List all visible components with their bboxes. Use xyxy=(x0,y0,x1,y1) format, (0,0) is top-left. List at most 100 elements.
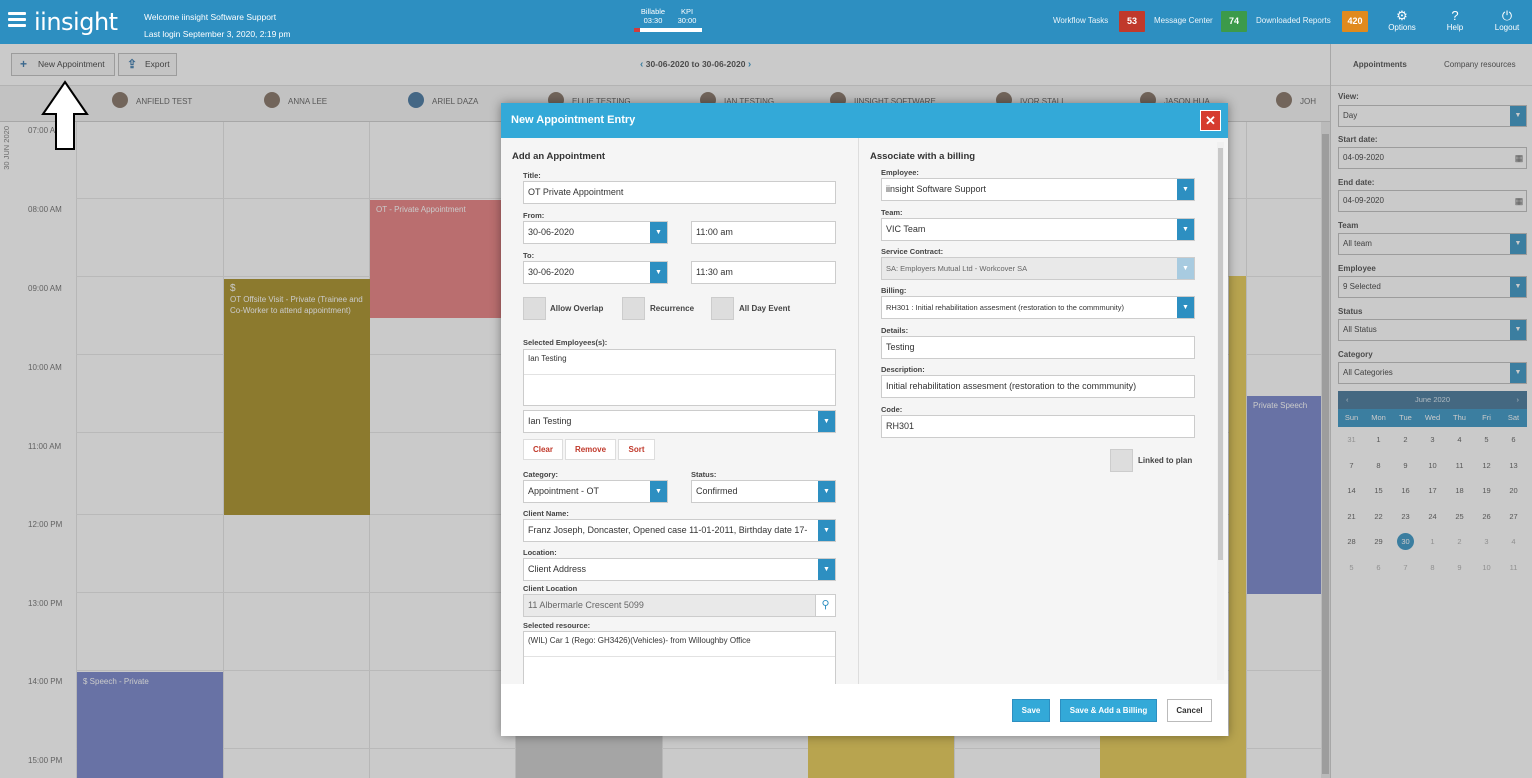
chevron-down-icon[interactable]: ▼ xyxy=(818,411,835,432)
selected-employees-label: Selected Employees(s): xyxy=(523,338,608,347)
selected-resource-label: Selected resource: xyxy=(523,621,591,630)
workflow-tasks-badge[interactable]: 53 xyxy=(1119,11,1145,32)
up-arrow-icon xyxy=(41,80,89,150)
service-contract-label: Service Contract: xyxy=(881,247,944,256)
linked-to-plan-checkbox[interactable] xyxy=(1110,449,1133,472)
kpi-value: 30:00 xyxy=(677,16,697,25)
help-icon: ? xyxy=(1451,8,1459,23)
message-center-label[interactable]: Message Center xyxy=(1154,16,1213,25)
associate-billing-heading: Associate with a billing xyxy=(870,151,976,162)
downloaded-reports-label[interactable]: Downloaded Reports xyxy=(1256,16,1331,25)
sort-button[interactable]: Sort xyxy=(618,439,655,460)
service-contract-select: SA: Employers Mutual Ltd - Workcover SA ▼ xyxy=(881,257,1195,280)
recurrence-checkbox[interactable] xyxy=(622,297,645,320)
chevron-down-icon[interactable]: ▼ xyxy=(650,222,667,243)
save-button[interactable]: Save xyxy=(1012,699,1050,722)
to-time-input[interactable]: 11:30 am xyxy=(691,261,836,284)
help-label: Help xyxy=(1446,23,1464,32)
list-item[interactable]: (WIL) Car 1 (Rego: GH3426)(Vehicles)- fr… xyxy=(528,636,751,645)
client-location-input: 11 Albermarle Crescent 5099 ⚲ xyxy=(523,594,836,617)
billing-label: Billing: xyxy=(881,286,907,295)
dialog-body: Add an Appointment Title: OT Private App… xyxy=(501,138,1228,684)
gear-icon: ⚙ xyxy=(1396,8,1408,23)
chevron-down-icon[interactable]: ▼ xyxy=(818,559,835,580)
options-label: Options xyxy=(1388,23,1416,32)
description-label: Description: xyxy=(881,365,925,374)
logout-button[interactable]: ⏻ Logout xyxy=(1488,8,1526,32)
chevron-down-icon: ▼ xyxy=(1177,258,1194,279)
category-label: Category: xyxy=(523,470,559,479)
billable-progress-fill xyxy=(634,28,641,32)
description-input[interactable]: Initial rehabilitation assesment (restor… xyxy=(881,375,1195,398)
chevron-down-icon[interactable]: ▼ xyxy=(650,262,667,283)
new-appointment-dialog: New Appointment Entry ✕ Add an Appointme… xyxy=(501,103,1228,736)
allow-overlap-checkbox[interactable] xyxy=(523,297,546,320)
allow-overlap-label: Allow Overlap xyxy=(550,304,604,313)
client-name-select[interactable]: Franz Joseph, Doncaster, Opened case 11-… xyxy=(523,519,836,542)
to-label: To: xyxy=(523,251,535,260)
billable-progress-bar xyxy=(634,28,702,32)
title-label: Title: xyxy=(523,171,541,180)
chevron-down-icon[interactable]: ▼ xyxy=(650,481,667,502)
status-label: Status: xyxy=(691,470,717,479)
save-add-billing-button[interactable]: Save & Add a Billing xyxy=(1060,699,1157,722)
employee-select[interactable]: Ian Testing ▼ xyxy=(523,410,836,433)
chevron-down-icon[interactable]: ▼ xyxy=(818,481,835,502)
recurrence-label: Recurrence xyxy=(650,304,695,313)
app-logo[interactable]: iinsight xyxy=(34,8,118,36)
map-pin-icon[interactable]: ⚲ xyxy=(815,595,835,616)
last-login-text: Last login September 3, 2020, 2:19 pm xyxy=(144,29,291,39)
chevron-down-icon[interactable]: ▼ xyxy=(818,520,835,541)
code-label: Code: xyxy=(881,405,903,414)
code-input[interactable]: RH301 xyxy=(881,415,1195,438)
power-icon: ⏻ xyxy=(1501,8,1513,23)
message-center-badge[interactable]: 74 xyxy=(1221,11,1247,32)
category-select[interactable]: Appointment - OT ▼ xyxy=(523,480,668,503)
top-bar: iinsight Welcome iinsight Software Suppo… xyxy=(0,0,1532,44)
workflow-tasks-label[interactable]: Workflow Tasks xyxy=(1053,16,1108,25)
from-date-input[interactable]: 30-06-2020 ▼ xyxy=(523,221,668,244)
remove-button[interactable]: Remove xyxy=(565,439,616,460)
billing-employee-select[interactable]: iinsight Software Support ▼ xyxy=(881,178,1195,201)
chevron-down-icon[interactable]: ▼ xyxy=(1177,179,1194,200)
client-name-label: Client Name: xyxy=(523,509,569,518)
billable-label: Billable xyxy=(640,7,666,16)
cancel-button[interactable]: Cancel xyxy=(1167,699,1212,722)
dialog-scrollbar[interactable] xyxy=(1217,142,1224,680)
details-label: Details: xyxy=(881,326,909,335)
dialog-title: New Appointment Entry xyxy=(501,103,1228,138)
title-input[interactable]: OT Private Appointment xyxy=(523,181,836,204)
status-select[interactable]: Confirmed ▼ xyxy=(691,480,836,503)
dialog-footer: Save Save & Add a Billing Cancel xyxy=(501,684,1228,736)
add-appointment-heading: Add an Appointment xyxy=(512,151,606,162)
details-input[interactable]: Testing xyxy=(881,336,1195,359)
billing-employee-label: Employee: xyxy=(881,168,919,177)
billing-select[interactable]: RH301 : Initial rehabilitation assesment… xyxy=(881,296,1195,319)
client-location-label: Client Location xyxy=(523,584,578,593)
downloaded-reports-badge[interactable]: 420 xyxy=(1342,11,1368,32)
to-date-input[interactable]: 30-06-2020 ▼ xyxy=(523,261,668,284)
billing-team-select[interactable]: VIC Team ▼ xyxy=(881,218,1195,241)
chevron-down-icon[interactable]: ▼ xyxy=(1177,297,1194,318)
welcome-block: Welcome iinsight Software Support Last l… xyxy=(144,9,290,43)
from-time-input[interactable]: 11:00 am xyxy=(691,221,836,244)
selected-resource-list: (WIL) Car 1 (Rego: GH3426)(Vehicles)- fr… xyxy=(523,631,836,684)
options-button[interactable]: ⚙ Options xyxy=(1383,8,1421,32)
logout-label: Logout xyxy=(1494,23,1520,32)
clear-button[interactable]: Clear xyxy=(523,439,563,460)
location-select[interactable]: Client Address ▼ xyxy=(523,558,836,581)
all-day-event-label: All Day Event xyxy=(739,304,791,313)
menu-icon[interactable] xyxy=(8,12,26,28)
welcome-text: Welcome iinsight Software Support xyxy=(144,12,277,22)
location-label: Location: xyxy=(523,548,557,557)
from-label: From: xyxy=(523,211,545,220)
all-day-event-checkbox[interactable] xyxy=(711,297,734,320)
list-item[interactable]: Ian Testing xyxy=(528,354,567,363)
billable-value: 03:30 xyxy=(643,16,663,25)
close-icon[interactable]: ✕ xyxy=(1200,110,1221,131)
chevron-down-icon[interactable]: ▼ xyxy=(1177,219,1194,240)
selected-employees-list: Ian Testing xyxy=(523,349,836,406)
help-button[interactable]: ? Help xyxy=(1436,8,1474,32)
linked-to-plan-label: Linked to plan xyxy=(1138,456,1193,465)
billing-team-label: Team: xyxy=(881,208,903,217)
